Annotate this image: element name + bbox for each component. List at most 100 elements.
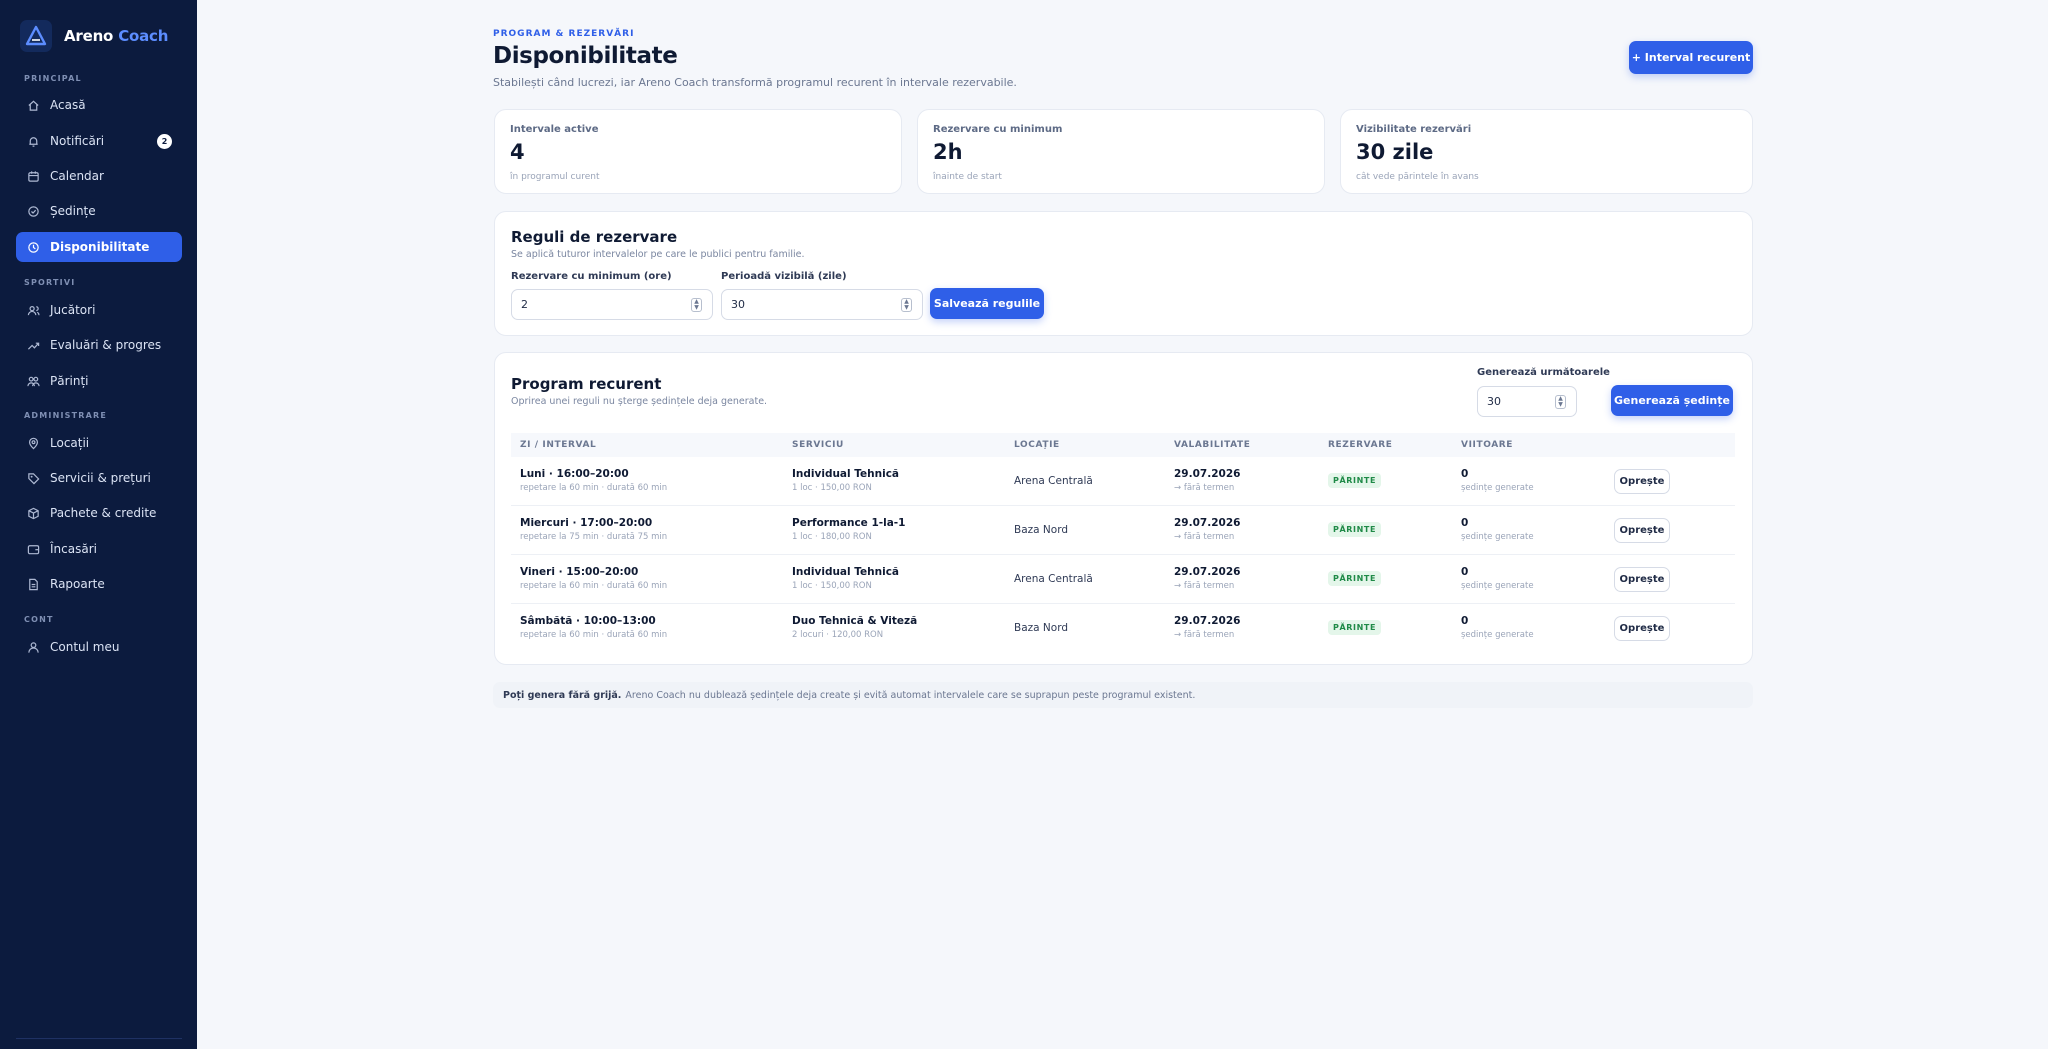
booking-badge: PĂRINTE	[1328, 620, 1382, 635]
page-eyebrow: PROGRAM & REZERVĂRI	[493, 29, 635, 39]
add-recurring-interval-button[interactable]: + Interval recurent	[1629, 41, 1753, 74]
stat-card-min-booking: Rezervare cu minimum 2h înainte de start	[917, 109, 1325, 194]
row-future-count: 0	[1461, 566, 1469, 578]
generate-sessions-button[interactable]: Generează ședințe	[1611, 385, 1733, 416]
stop-rule-button[interactable]: Oprește	[1614, 518, 1670, 543]
row-valid-term: → fără termen	[1174, 532, 1235, 542]
row-service: Individual Tehnică	[792, 468, 900, 480]
row-day-detail: repetare la 60 min · durată 60 min	[520, 581, 668, 591]
row-future-label: ședințe generate	[1461, 483, 1534, 493]
sidebar-item-label: Părinți	[50, 374, 89, 388]
stat-note: în programul curent	[510, 172, 600, 182]
users-icon	[26, 303, 40, 317]
visible-period-label: Perioadă vizibilă (zile)	[721, 271, 847, 282]
trend-icon	[26, 338, 40, 352]
row-valid-date: 29.07.2026	[1174, 468, 1241, 480]
row-valid-term: → fără termen	[1174, 483, 1235, 493]
sidebar-item-contul-meu[interactable]: Contul meu	[16, 632, 182, 662]
footnote-info: Poți genera fără grijă. Areno Coach nu d…	[493, 682, 1753, 708]
main-content: PROGRAM & REZERVĂRI Disponibilitate Stab…	[197, 0, 2048, 1049]
stepper-icon[interactable]: ▲ ▼	[691, 298, 702, 312]
sidebar-item-label: Locații	[50, 436, 90, 450]
row-location: Arena Centrală	[1014, 573, 1093, 585]
save-rules-button[interactable]: Salvează regulile	[930, 288, 1044, 319]
sidebar-divider	[16, 1038, 182, 1039]
calendar-icon	[26, 169, 40, 183]
parents-icon	[26, 374, 40, 388]
sidebar-item-calendar[interactable]: Calendar	[16, 161, 182, 191]
recurring-program-title: Program recurent	[511, 375, 662, 393]
row-day-interval: Sâmbătă · 10:00–13:00	[520, 615, 656, 627]
bell-icon	[26, 134, 40, 148]
stat-note: cât vede părintele în avans	[1356, 172, 1479, 182]
row-service: Performance 1-la-1	[792, 517, 906, 529]
booking-rules-card: Reguli de rezervare Se aplică tuturor in…	[494, 211, 1753, 336]
min-hours-value: 2	[521, 298, 528, 311]
column-header: REZERVARE	[1328, 440, 1393, 450]
row-future-count: 0	[1461, 517, 1469, 529]
min-hours-label: Rezervare cu minimum (ore)	[511, 271, 672, 282]
column-header: LOCAȚIE	[1014, 440, 1060, 450]
generate-days-input[interactable]: 30 ▲ ▼	[1477, 386, 1577, 417]
column-header: VIITOARE	[1461, 440, 1514, 450]
stop-rule-button[interactable]: Oprește	[1614, 616, 1670, 641]
row-valid-date: 29.07.2026	[1174, 517, 1241, 529]
stat-label: Vizibilitate rezervări	[1356, 124, 1472, 135]
footnote-bold: Poți genera fără grijă.	[503, 689, 622, 701]
column-header: SERVICIU	[792, 440, 844, 450]
row-day-detail: repetare la 75 min · durată 75 min	[520, 532, 668, 542]
stop-rule-button[interactable]: Oprește	[1614, 469, 1670, 494]
sidebar-item-notificari[interactable]: Notificări 2	[16, 126, 182, 156]
min-hours-input[interactable]: 2 ▲ ▼	[511, 289, 713, 320]
check-circle-icon	[26, 204, 40, 218]
stat-value: 2h	[933, 140, 963, 164]
stat-label: Intervale active	[510, 124, 599, 135]
page-title: Disponibilitate	[493, 43, 678, 69]
sidebar-item-rapoarte[interactable]: Rapoarte	[16, 569, 182, 599]
visible-period-input[interactable]: 30 ▲ ▼	[721, 289, 923, 320]
row-service: Individual Tehnică	[792, 566, 900, 578]
generate-days-value: 30	[1487, 395, 1501, 408]
booking-rules-title: Reguli de rezervare	[511, 228, 678, 246]
sidebar-item-servicii[interactable]: Servicii & prețuri	[16, 463, 182, 493]
row-valid-term: → fără termen	[1174, 630, 1235, 640]
recurring-program-subtitle: Oprirea unei reguli nu șterge ședințele …	[511, 396, 768, 407]
sidebar-item-disponibilitate[interactable]: Disponibilitate	[16, 232, 182, 262]
row-location: Baza Nord	[1014, 622, 1068, 634]
stop-rule-button[interactable]: Oprește	[1614, 567, 1670, 592]
sidebar-item-incasari[interactable]: Încasări	[16, 534, 182, 564]
sidebar-item-label: Pachete & credite	[50, 506, 157, 520]
nav-section-cont: CONT	[24, 615, 54, 624]
recurring-program-card: Program recurent Oprirea unei reguli nu …	[494, 352, 1753, 665]
row-future-label: ședințe generate	[1461, 581, 1534, 591]
sidebar-item-label: Acasă	[50, 98, 86, 112]
user-icon	[26, 640, 40, 654]
row-valid-date: 29.07.2026	[1174, 615, 1241, 627]
brand[interactable]: Areno Coach	[20, 20, 168, 52]
row-service-detail: 2 locuri · 120,00 RON	[792, 630, 884, 640]
row-service-detail: 1 loc · 150,00 RON	[792, 483, 872, 493]
sidebar-item-label: Disponibilitate	[50, 240, 150, 254]
row-day-interval: Luni · 16:00–20:00	[520, 468, 629, 480]
sidebar-item-acasa[interactable]: Acasă	[16, 90, 182, 120]
brand-name: Areno Coach	[64, 27, 169, 45]
visible-period-value: 30	[731, 298, 745, 311]
nav-section-principal: PRINCIPAL	[24, 74, 82, 83]
sidebar-item-label: Ședințe	[50, 204, 96, 218]
sidebar-item-evaluari[interactable]: Evaluări & progres	[16, 330, 182, 360]
row-future-label: ședințe generate	[1461, 532, 1534, 542]
sidebar-item-parinti[interactable]: Părinți	[16, 366, 182, 396]
sidebar-item-jucatori[interactable]: Jucători	[16, 295, 182, 325]
row-future-count: 0	[1461, 615, 1469, 627]
row-service-detail: 1 loc · 180,00 RON	[792, 532, 872, 542]
sidebar-item-pachete[interactable]: Pachete & credite	[16, 498, 182, 528]
stepper-icon[interactable]: ▲ ▼	[1555, 395, 1566, 409]
stat-card-active-intervals: Intervale active 4 în programul curent	[494, 109, 902, 194]
tag-icon	[26, 471, 40, 485]
row-future-label: ședințe generate	[1461, 630, 1534, 640]
sidebar-item-sedinte[interactable]: Ședințe	[16, 196, 182, 226]
row-location: Baza Nord	[1014, 524, 1068, 536]
sidebar-item-locatii[interactable]: Locații	[16, 428, 182, 458]
stepper-icon[interactable]: ▲ ▼	[901, 298, 912, 312]
sidebar-item-label: Contul meu	[50, 640, 120, 654]
